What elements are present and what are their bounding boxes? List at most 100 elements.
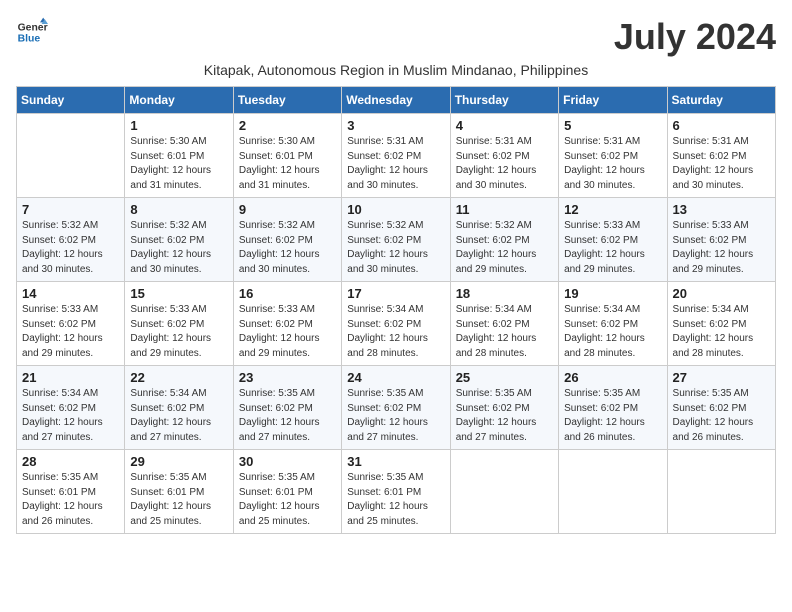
calendar-cell: 2Sunrise: 5:30 AMSunset: 6:01 PMDaylight…	[233, 114, 341, 198]
svg-text:Blue: Blue	[18, 34, 41, 45]
calendar-cell: 17 Sunrise: 5:34 AMSunset: 6:02 PMDayligh…	[342, 282, 450, 366]
day-info: Sunrise: 5:32 AMSunset: 6:02 PMDaylight:…	[456, 219, 553, 277]
day-info: Sunrise: 5:35 AMSunset: 6:02 PMDaylight:…	[347, 387, 444, 445]
calendar-cell: 24 Sunrise: 5:35 AMSunset: 6:02 PMDayligh…	[342, 366, 450, 450]
calendar-cell: 18 Sunrise: 5:34 AMSunset: 6:02 PMDayligh…	[450, 282, 558, 366]
day-number: 11	[456, 202, 553, 217]
day-number: 15	[130, 286, 227, 301]
calendar-cell: 7 Sunrise: 5:32 AMSunset: 6:02 PMDaylight…	[17, 198, 125, 282]
day-info: Sunrise: 5:35 AMSunset: 6:01 PMDaylight:…	[130, 471, 227, 529]
day-info: Sunrise: 5:35 AMSunset: 6:02 PMDaylight:…	[673, 387, 770, 445]
logo-icon: General Blue	[16, 16, 48, 48]
header: General Blue July 2024	[16, 16, 776, 58]
calendar-cell: 8 Sunrise: 5:32 AMSunset: 6:02 PMDaylight…	[125, 198, 233, 282]
day-number: 5	[564, 118, 661, 133]
calendar-cell: 12 Sunrise: 5:33 AMSunset: 6:02 PMDayligh…	[559, 198, 667, 282]
day-number: 12	[564, 202, 661, 217]
day-number: 31	[347, 454, 444, 469]
day-info: Sunrise: 5:32 AMSunset: 6:02 PMDaylight:…	[347, 219, 444, 277]
day-number: 18	[456, 286, 553, 301]
calendar-cell: 20Sunrise: 5:34 AMSunset: 6:02 PMDayligh…	[667, 282, 775, 366]
day-number: 19	[564, 286, 661, 301]
calendar-cell	[667, 450, 775, 534]
logo: General Blue	[16, 16, 48, 48]
day-number: 7	[22, 202, 119, 217]
day-info: Sunrise: 5:34 AMSunset: 6:02 PMDaylight:…	[22, 387, 119, 445]
day-number: 26	[564, 370, 661, 385]
calendar-cell: 6 Sunrise: 5:31 AMSunset: 6:02 PMDaylight…	[667, 114, 775, 198]
day-number: 23	[239, 370, 336, 385]
calendar-cell	[559, 450, 667, 534]
weekday-header-sunday: Sunday	[17, 87, 125, 114]
weekday-header-wednesday: Wednesday	[342, 87, 450, 114]
day-info: Sunrise: 5:35 AMSunset: 6:02 PMDaylight:…	[239, 387, 336, 445]
day-info: Sunrise: 5:35 AMSunset: 6:01 PMDaylight:…	[22, 471, 119, 529]
day-info: Sunrise: 5:32 AMSunset: 6:02 PMDaylight:…	[22, 219, 119, 277]
day-number: 8	[130, 202, 227, 217]
day-number: 30	[239, 454, 336, 469]
calendar-cell: 9 Sunrise: 5:32 AMSunset: 6:02 PMDaylight…	[233, 198, 341, 282]
day-info: Sunrise: 5:31 AMSunset: 6:02 PMDaylight:…	[673, 135, 770, 193]
calendar-cell: 31 Sunrise: 5:35 AMSunset: 6:01 PMDayligh…	[342, 450, 450, 534]
day-info: Sunrise: 5:31 AMSunset: 6:02 PMDaylight:…	[564, 135, 661, 193]
day-info: Sunrise: 5:33 AMSunset: 6:02 PMDaylight:…	[673, 219, 770, 277]
day-info: Sunrise: 5:34 AMSunset: 6:02 PMDaylight:…	[564, 303, 661, 361]
weekday-header-saturday: Saturday	[667, 87, 775, 114]
day-number: 14	[22, 286, 119, 301]
weekday-header-thursday: Thursday	[450, 87, 558, 114]
calendar-cell: 22 Sunrise: 5:34 AMSunset: 6:02 PMDayligh…	[125, 366, 233, 450]
day-info: Sunrise: 5:33 AMSunset: 6:02 PMDaylight:…	[564, 219, 661, 277]
day-number: 1	[130, 118, 227, 133]
calendar-cell: 13 Sunrise: 5:33 AMSunset: 6:02 PMDayligh…	[667, 198, 775, 282]
calendar-cell	[450, 450, 558, 534]
day-number: 4	[456, 118, 553, 133]
day-number: 22	[130, 370, 227, 385]
day-info: Sunrise: 5:34 AMSunset: 6:02 PMDaylight:…	[456, 303, 553, 361]
calendar-cell: 16Sunrise: 5:33 AMSunset: 6:02 PMDayligh…	[233, 282, 341, 366]
calendar-cell: 15 Sunrise: 5:33 AMSunset: 6:02 PMDayligh…	[125, 282, 233, 366]
calendar-cell: 30 Sunrise: 5:35 AMSunset: 6:01 PMDayligh…	[233, 450, 341, 534]
calendar-cell: 11 Sunrise: 5:32 AMSunset: 6:02 PMDayligh…	[450, 198, 558, 282]
day-number: 28	[22, 454, 119, 469]
calendar-cell: 29Sunrise: 5:35 AMSunset: 6:01 PMDayligh…	[125, 450, 233, 534]
day-number: 3	[347, 118, 444, 133]
weekday-header-monday: Monday	[125, 87, 233, 114]
day-info: Sunrise: 5:31 AMSunset: 6:02 PMDaylight:…	[456, 135, 553, 193]
calendar-cell: 4 Sunrise: 5:31 AMSunset: 6:02 PMDaylight…	[450, 114, 558, 198]
day-info: Sunrise: 5:35 AMSunset: 6:01 PMDaylight:…	[347, 471, 444, 529]
calendar-cell: 1 Sunrise: 5:30 AMSunset: 6:01 PMDaylight…	[125, 114, 233, 198]
day-number: 17	[347, 286, 444, 301]
day-info: Sunrise: 5:30 AMSunset: 6:01 PMDaylight:…	[130, 135, 227, 193]
calendar-cell: 14Sunrise: 5:33 AMSunset: 6:02 PMDayligh…	[17, 282, 125, 366]
day-info: Sunrise: 5:32 AMSunset: 6:02 PMDaylight:…	[130, 219, 227, 277]
day-info: Sunrise: 5:35 AMSunset: 6:02 PMDaylight:…	[456, 387, 553, 445]
day-number: 13	[673, 202, 770, 217]
calendar-cell: 3 Sunrise: 5:31 AMSunset: 6:02 PMDaylight…	[342, 114, 450, 198]
day-info: Sunrise: 5:34 AMSunset: 6:02 PMDaylight:…	[347, 303, 444, 361]
day-number: 9	[239, 202, 336, 217]
day-info: Sunrise: 5:32 AMSunset: 6:02 PMDaylight:…	[239, 219, 336, 277]
calendar-cell: 27 Sunrise: 5:35 AMSunset: 6:02 PMDayligh…	[667, 366, 775, 450]
day-number: 20	[673, 286, 770, 301]
day-info: Sunrise: 5:35 AMSunset: 6:02 PMDaylight:…	[564, 387, 661, 445]
calendar-cell: 26 Sunrise: 5:35 AMSunset: 6:02 PMDayligh…	[559, 366, 667, 450]
location-title: Kitapak, Autonomous Region in Muslim Min…	[16, 62, 776, 78]
day-number: 6	[673, 118, 770, 133]
weekday-header-tuesday: Tuesday	[233, 87, 341, 114]
day-number: 2	[239, 118, 336, 133]
day-number: 27	[673, 370, 770, 385]
month-title: July 2024	[614, 16, 776, 58]
day-number: 21	[22, 370, 119, 385]
day-info: Sunrise: 5:31 AMSunset: 6:02 PMDaylight:…	[347, 135, 444, 193]
day-info: Sunrise: 5:33 AMSunset: 6:02 PMDaylight:…	[239, 303, 336, 361]
day-number: 24	[347, 370, 444, 385]
day-info: Sunrise: 5:35 AMSunset: 6:01 PMDaylight:…	[239, 471, 336, 529]
day-number: 10	[347, 202, 444, 217]
weekday-header-friday: Friday	[559, 87, 667, 114]
calendar-cell	[17, 114, 125, 198]
calendar-cell: 23 Sunrise: 5:35 AMSunset: 6:02 PMDayligh…	[233, 366, 341, 450]
day-info: Sunrise: 5:34 AMSunset: 6:02 PMDaylight:…	[130, 387, 227, 445]
calendar-cell: 25Sunrise: 5:35 AMSunset: 6:02 PMDayligh…	[450, 366, 558, 450]
day-info: Sunrise: 5:33 AMSunset: 6:02 PMDaylight:…	[130, 303, 227, 361]
calendar-cell: 5 Sunrise: 5:31 AMSunset: 6:02 PMDaylight…	[559, 114, 667, 198]
